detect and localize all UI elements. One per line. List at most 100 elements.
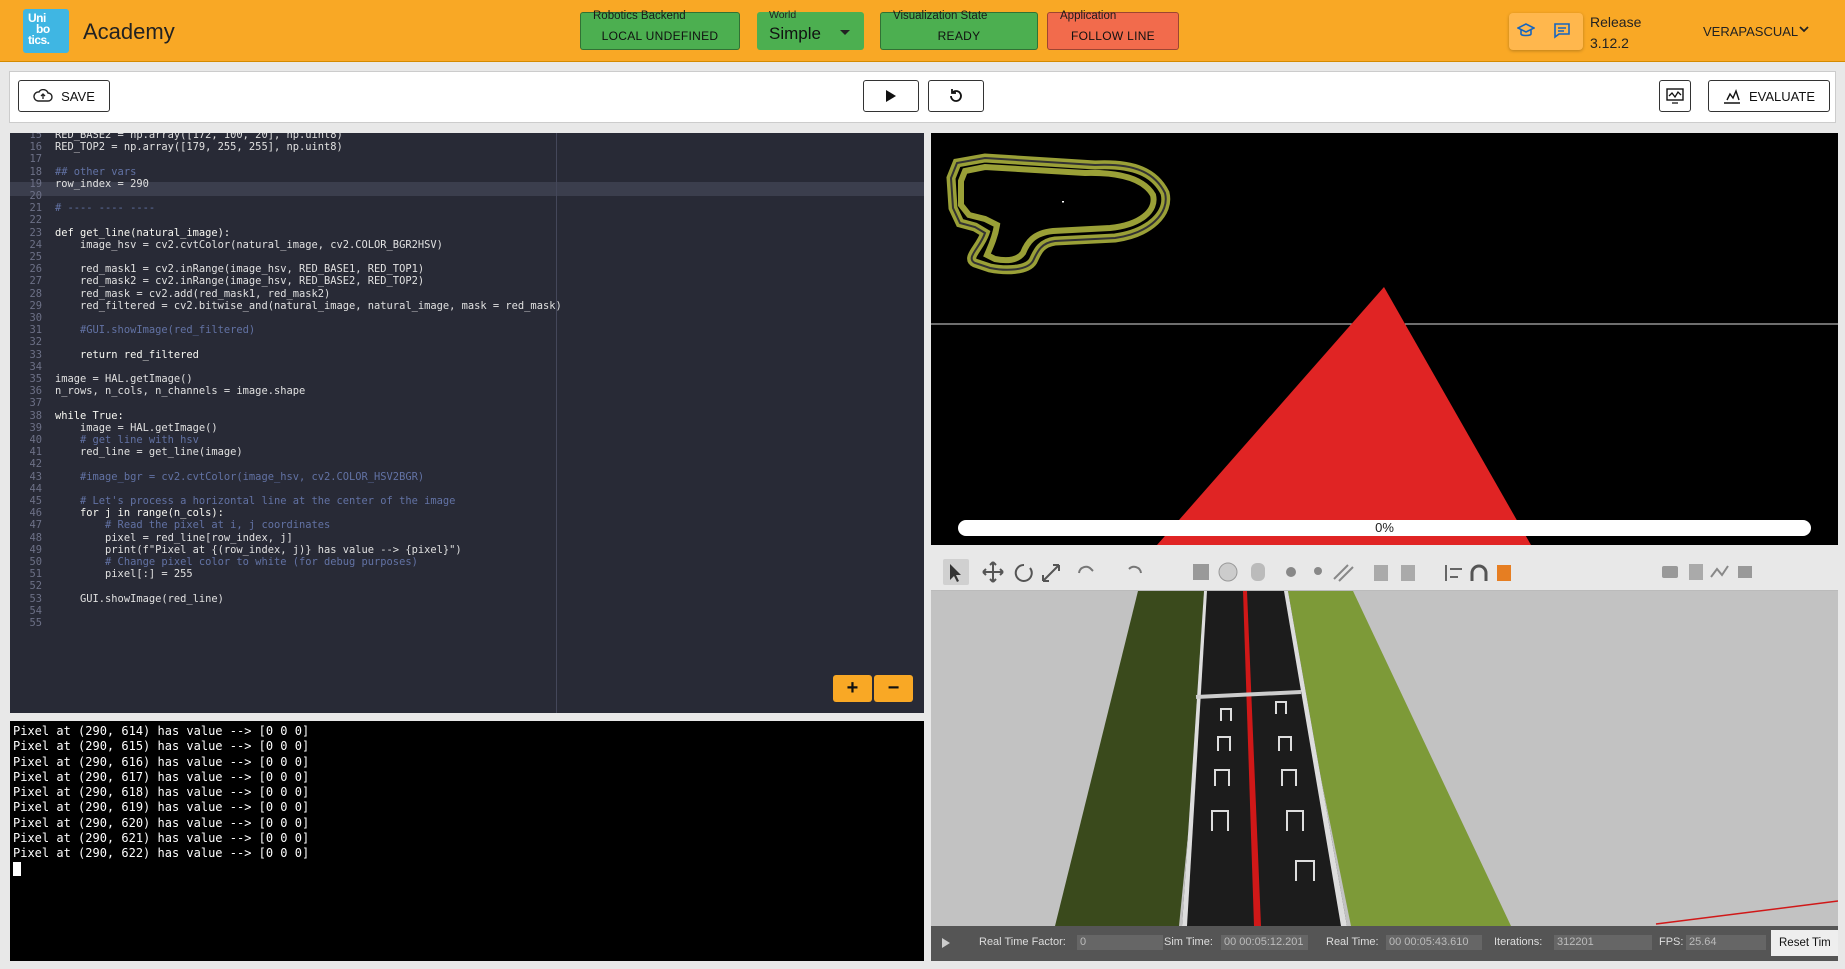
monitor-button[interactable] [1659, 80, 1691, 112]
robotics-backend-button[interactable]: Robotics Backend LOCAL UNDEFINED [580, 10, 740, 50]
editor-zoom-controls: + − [833, 675, 913, 702]
console-line: Pixel at (290, 615) has value --> [0 0 0… [13, 739, 310, 754]
console-line: Pixel at (290, 616) has value --> [0 0 0… [13, 754, 310, 769]
line-number: 44 [29, 482, 42, 495]
line-number: 55 [29, 617, 42, 629]
line-number: 34 [29, 360, 42, 373]
camera-icon [1662, 566, 1678, 578]
code-line: # get line with hsv [55, 434, 199, 446]
chat-icon[interactable] [1553, 22, 1571, 39]
point-light-icon [1314, 567, 1322, 575]
application-button[interactable]: Application FOLLOW LINE [1047, 10, 1179, 50]
world-select[interactable]: World Simple [757, 9, 864, 50]
visualization-state-value: READY [937, 29, 981, 43]
line-number: 53 [29, 592, 42, 605]
code-line: red_line = get_line(image) [55, 446, 243, 459]
line-number: 46 [29, 507, 42, 520]
graduation-cap-icon[interactable] [1517, 23, 1535, 39]
dir-light-icon [1333, 564, 1354, 582]
box-icon [1193, 564, 1209, 580]
line-number: 45 [29, 495, 42, 507]
code-line: RED_TOP2 = np.array([179, 255, 255], np.… [55, 141, 343, 154]
monitor-chart-icon [1666, 88, 1684, 104]
code-line: while True: [55, 409, 124, 422]
evaluate-button[interactable]: EVALUATE [1708, 80, 1830, 112]
line-number: 23 [29, 226, 42, 239]
console-output[interactable]: Pixel at (290, 614) has value --> [0 0 0… [10, 721, 924, 961]
reset-icon [950, 89, 962, 102]
line-number: 28 [29, 287, 42, 300]
line-number: 38 [29, 409, 42, 422]
code-line: n_rows, n_cols, n_channels = image.shape [55, 385, 306, 398]
code-line: RED_BASE2 = np.array([172, 100, 20], np.… [55, 133, 343, 141]
line-number: 20 [29, 190, 42, 202]
line-number: 22 [29, 214, 42, 227]
undo-icon [1078, 565, 1094, 574]
console-line: Pixel at (290, 614) has value --> [0 0 0… [13, 724, 310, 738]
translate-icon [982, 561, 1004, 583]
console-line: Pixel at (290, 620) has value --> [0 0 0… [13, 815, 310, 830]
code-line: for j in range(n_cols): [55, 507, 224, 520]
dropdown-arrow-icon [840, 30, 850, 35]
console-line: Pixel at (290, 617) has value --> [0 0 0… [13, 769, 310, 784]
world-caption: World [769, 9, 797, 21]
zoom-out-button[interactable]: − [874, 675, 913, 702]
logo-text-3: tics. [28, 33, 50, 47]
line-number: 39 [29, 421, 42, 434]
plot-icon [1710, 565, 1729, 578]
reset-time-button[interactable]: Reset Tim [1771, 930, 1838, 956]
line-number: 48 [29, 531, 42, 544]
line-number: 19 [29, 177, 42, 190]
code-line: #image_bgr = cv2.cvtColor(image_hsv, cv2… [55, 470, 425, 483]
user-menu[interactable]: VERAPASCUAL [1703, 24, 1798, 39]
console-line: Pixel at (290, 619) has value --> [0 0 0… [13, 800, 310, 815]
real-time-label: Real Time: [1326, 936, 1379, 948]
code-line: ## other vars [55, 165, 137, 178]
camera-view [931, 153, 1838, 545]
zoom-in-button[interactable]: + [833, 675, 872, 702]
release-info: Release 3.12.2 [1590, 12, 1641, 54]
line-number: 33 [29, 348, 42, 361]
code-editor[interactable]: 15 RED_BASE2 = np.array([172, 100, 20], n… [10, 133, 924, 713]
iterations-label: Iterations: [1494, 936, 1543, 948]
reset-button[interactable] [928, 80, 984, 112]
3d-scene[interactable] [931, 591, 1838, 926]
log-icon [1689, 564, 1703, 580]
code-line: pixel = red_line[row_index, j] [55, 531, 293, 544]
code-line: def get_line(natural_image): [55, 226, 231, 239]
line-number: 27 [29, 275, 42, 288]
code-line: row_index = 290 [55, 177, 149, 190]
release-version: 3.12.2 [1590, 35, 1629, 51]
line-number: 31 [29, 324, 42, 337]
progress-bar: 0% [958, 520, 1811, 536]
redo-icon [1128, 565, 1142, 574]
unibotics-logo[interactable]: Uni bo tics. [23, 9, 69, 53]
code-line: #GUI.showImage(red_filtered) [55, 324, 256, 337]
save-button[interactable]: SAVE [18, 80, 110, 112]
code-line: image = HAL.getImage() [55, 373, 193, 385]
application-value: FOLLOW LINE [1071, 29, 1155, 43]
cylinder-icon [1251, 563, 1265, 581]
chevron-down-icon[interactable] [1798, 24, 1810, 34]
code-line: # ---- ---- ---- [55, 202, 156, 215]
play-button[interactable] [863, 80, 919, 112]
code-line: return red_filtered [55, 348, 199, 361]
code-line: image_hsv = cv2.cvtColor(natural_image, … [55, 238, 443, 251]
sim-status-bar: Real Time Factor: 0 Sim Time: 00 00:05:1… [931, 926, 1838, 961]
simulator-panel[interactable]: Real Time Factor: 0 Sim Time: 00 00:05:1… [931, 553, 1838, 961]
red-line-region [1157, 287, 1531, 545]
code-line: red_mask1 = cv2.inRange(image_hsv, RED_B… [55, 263, 425, 276]
code-line: image = HAL.getImage() [55, 421, 218, 434]
circuit-minimap [946, 153, 1171, 275]
paste-icon [1401, 565, 1415, 581]
line-number: 24 [29, 238, 42, 251]
line-number: 15 [29, 133, 42, 141]
line-number: 26 [29, 263, 42, 276]
rtf-value: 0 [1077, 935, 1163, 950]
console-line: Pixel at (290, 618) has value --> [0 0 0… [13, 785, 310, 800]
top-header: Uni bo tics. Academy Robotics Backend LO… [0, 0, 1845, 62]
app-title: Academy [83, 19, 175, 44]
line-number: 29 [29, 299, 42, 312]
play-icon[interactable] [941, 937, 951, 949]
visualization-state-button[interactable]: Visualization State READY [880, 10, 1038, 50]
